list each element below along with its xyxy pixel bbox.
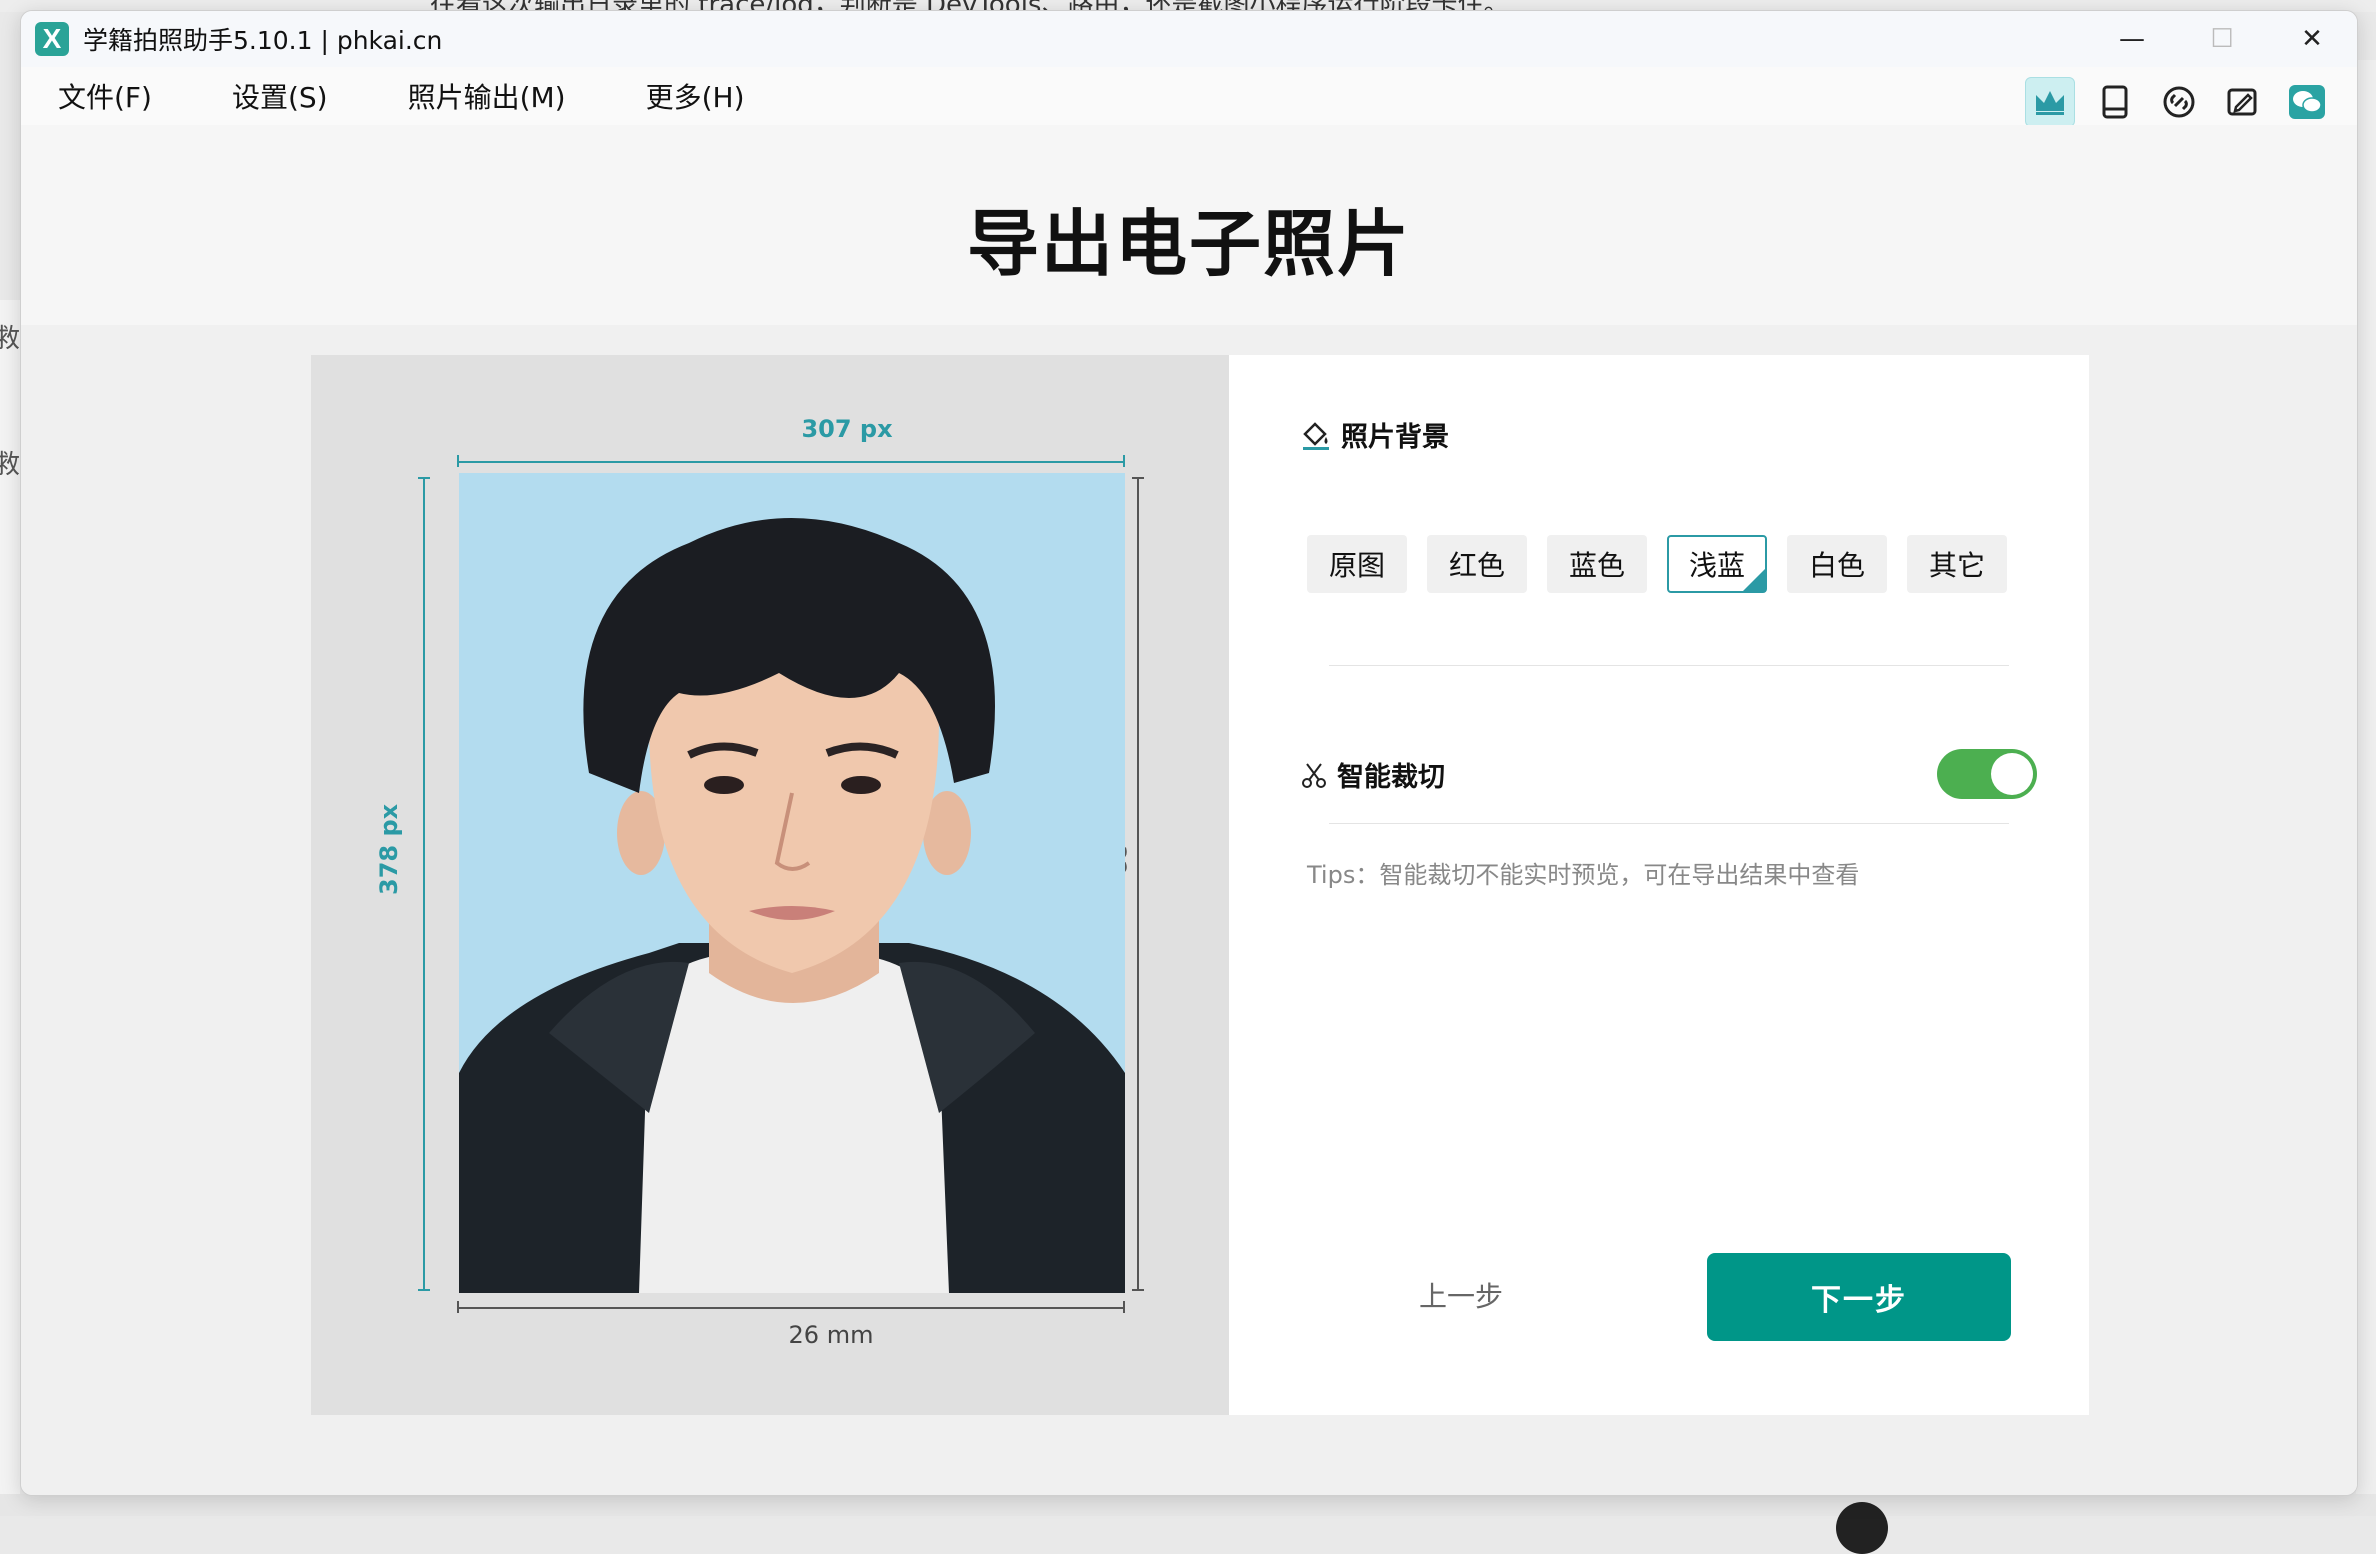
width-mm-tick — [1123, 1301, 1125, 1313]
width-mm-label: 26 mm — [788, 1321, 874, 1349]
height-px-tick — [418, 1289, 430, 1291]
app-logo-icon: X — [35, 22, 69, 56]
background-right-strip — [2356, 60, 2376, 1510]
bg-option-label: 蓝色 — [1568, 549, 1625, 582]
height-mm-tick — [1132, 1289, 1144, 1291]
bg-option-red[interactable]: 红色 — [1427, 535, 1527, 593]
wechat-button[interactable] — [2283, 78, 2331, 126]
close-icon: ✕ — [2301, 24, 2323, 54]
scissors-icon — [1302, 762, 1326, 788]
bg-option-light-blue[interactable]: 浅蓝 — [1667, 535, 1767, 593]
height-px-tick — [418, 477, 430, 479]
close-button[interactable]: ✕ — [2267, 11, 2357, 67]
bg-option-label: 红色 — [1448, 549, 1505, 582]
height-px-line — [423, 477, 425, 1291]
wechat-icon — [2289, 85, 2325, 119]
menu-settings[interactable]: 设置(S) — [232, 76, 328, 116]
tablet-button[interactable] — [2091, 78, 2139, 126]
height-px-label: 378 px — [375, 803, 403, 895]
smart-crop-tips: Tips：智能裁切不能实时预览，可在导出结果中查看 — [1307, 861, 1860, 889]
page-title: 导出电子照片 — [966, 202, 1411, 286]
bg-option-label: 白色 — [1808, 549, 1865, 582]
width-px-line — [457, 461, 1125, 463]
smart-crop-title: 智能裁切 — [1337, 762, 1445, 793]
title-bar: X 学籍拍照助手5.10.1 | phkai.cn — ☐ ✕ — [21, 11, 2357, 67]
menu-more[interactable]: 更多(H) — [646, 76, 745, 116]
bg-option-other[interactable]: 其它 — [1907, 535, 2007, 593]
smart-crop-toggle[interactable] — [1937, 749, 2037, 799]
smart-crop-header: 智能裁切 — [1299, 755, 1445, 794]
portrait-image — [459, 473, 1125, 1293]
width-px-label: 307 px — [801, 415, 893, 443]
photo-preview-panel: 307 px 378 px 32 mm 26 mm — [311, 355, 1229, 1415]
background-left-char: 救 — [0, 324, 21, 354]
width-px-tick — [457, 455, 459, 467]
link-button[interactable] — [2155, 78, 2203, 126]
height-mm-line — [1137, 477, 1139, 1291]
edit-image-icon — [2227, 88, 2257, 116]
paint-bucket-icon — [1303, 421, 1329, 450]
menu-bar: 文件(F) 设置(S) 照片输出(M) 更多(H) — [21, 67, 2357, 125]
minimize-icon: — — [2119, 24, 2145, 54]
height-mm-tick — [1132, 477, 1144, 479]
content-area: 307 px 378 px 32 mm 26 mm — [21, 325, 2357, 1495]
menu-photo-output[interactable]: 照片输出(M) — [408, 76, 566, 116]
previous-step-button[interactable]: 上一步 — [1381, 1275, 1541, 1315]
bg-option-label: 原图 — [1328, 549, 1385, 582]
width-mm-line — [457, 1307, 1125, 1309]
background-bottom-strip — [0, 1494, 2376, 1516]
background-left-strip: 救 救 — [0, 300, 20, 1516]
maximize-icon: ☐ — [2210, 24, 2234, 54]
width-px-tick — [1123, 455, 1125, 467]
width-mm-tick — [457, 1301, 459, 1313]
window-title: 学籍拍照助手5.10.1 | phkai.cn — [83, 26, 443, 55]
section-divider — [1329, 665, 2009, 666]
background-section-title: 照片背景 — [1341, 422, 1449, 453]
settings-panel: 照片背景 原图 红色 蓝色 浅蓝 白色 其它 智能裁切 Tips：智能裁切不能实… — [1229, 355, 2089, 1415]
background-dot — [1836, 1502, 1888, 1554]
tablet-icon — [2102, 85, 2128, 119]
bg-option-original[interactable]: 原图 — [1307, 535, 1407, 593]
bg-option-white[interactable]: 白色 — [1787, 535, 1887, 593]
bg-option-label: 其它 — [1928, 549, 1985, 582]
bg-option-blue[interactable]: 蓝色 — [1547, 535, 1647, 593]
app-window: X 学籍拍照助手5.10.1 | phkai.cn — ☐ ✕ 文件(F) 设置… — [20, 10, 2358, 1496]
toolbar — [2025, 77, 2331, 127]
background-options: 原图 红色 蓝色 浅蓝 白色 其它 — [1307, 535, 2007, 593]
window-controls: — ☐ ✕ — [2087, 11, 2357, 67]
toggle-knob — [1991, 753, 2033, 795]
selected-corner-icon — [1743, 569, 1765, 591]
crown-icon — [2036, 91, 2064, 115]
section-divider — [1329, 823, 2009, 824]
background-section-header: 照片背景 — [1299, 415, 1449, 454]
bg-option-label: 浅蓝 — [1688, 549, 1745, 582]
next-step-button[interactable]: 下一步 — [1707, 1253, 2011, 1341]
background-left-char: 救 — [0, 450, 21, 480]
id-photo-preview — [459, 473, 1125, 1293]
menu-file[interactable]: 文件(F) — [58, 76, 152, 116]
edit-image-button[interactable] — [2219, 78, 2267, 126]
maximize-button[interactable]: ☐ — [2177, 11, 2267, 67]
link-icon — [2163, 86, 2195, 118]
page-header: 导出电子照片 — [21, 125, 2357, 325]
minimize-button[interactable]: — — [2087, 11, 2177, 67]
crown-button[interactable] — [2025, 77, 2075, 127]
